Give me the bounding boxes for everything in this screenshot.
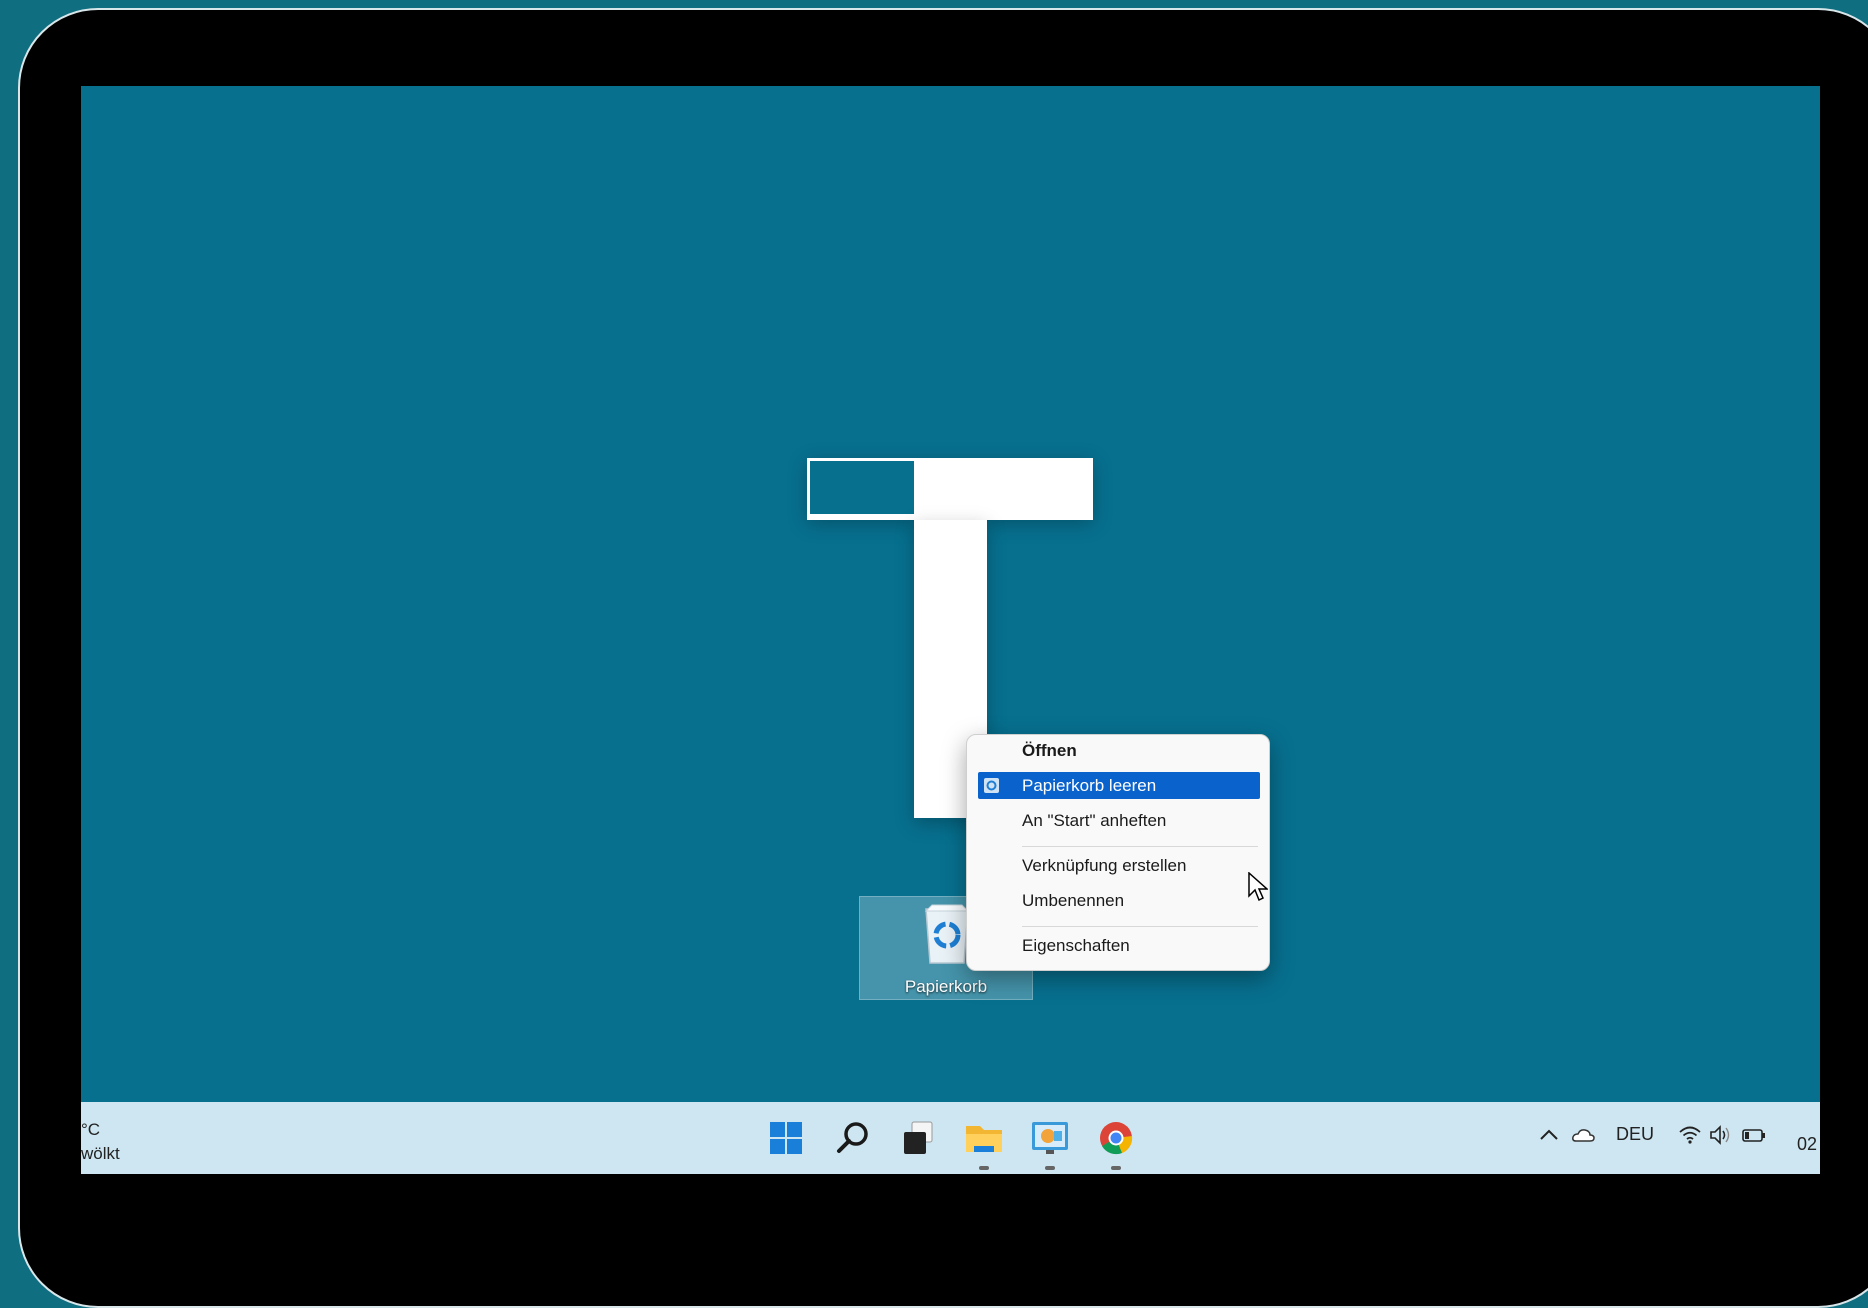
context-menu: Öffnen Papierkorb leeren An "Start" anhe… bbox=[966, 734, 1270, 971]
language-indicator[interactable]: DEU bbox=[1616, 1124, 1654, 1145]
recycle-bin-small-icon bbox=[984, 778, 999, 793]
weather-condition: wölkt bbox=[81, 1144, 120, 1163]
menu-item-label: Verknüpfung erstellen bbox=[1022, 856, 1187, 875]
running-indicator bbox=[1045, 1166, 1055, 1170]
menu-separator bbox=[1022, 926, 1258, 927]
start-button[interactable] bbox=[762, 1114, 810, 1162]
menu-item-open[interactable]: Öffnen bbox=[978, 737, 1260, 764]
file-explorer-icon bbox=[966, 1126, 1002, 1152]
weather-widget[interactable]: °C wölkt bbox=[81, 1118, 120, 1166]
menu-item-label: Papierkorb leeren bbox=[1022, 776, 1157, 795]
file-explorer-button[interactable] bbox=[960, 1114, 1008, 1170]
wallpaper-shape-cut bbox=[810, 461, 914, 514]
menu-item-label: Eigenschaften bbox=[1022, 936, 1130, 955]
clock[interactable]: 02 bbox=[1797, 1134, 1817, 1155]
mouse-cursor-icon bbox=[1248, 872, 1268, 902]
speaker-icon[interactable] bbox=[1707, 1122, 1733, 1148]
chrome-icon bbox=[1100, 1122, 1133, 1155]
menu-item-pin-to-start[interactable]: An "Start" anheften bbox=[978, 807, 1260, 834]
weather-temperature: °C bbox=[81, 1120, 101, 1139]
onedrive-cloud-icon[interactable] bbox=[1570, 1122, 1596, 1148]
menu-item-properties[interactable]: Eigenschaften bbox=[978, 932, 1260, 959]
menu-item-rename[interactable]: Umbenennen bbox=[978, 887, 1260, 914]
menu-item-label: An "Start" anheften bbox=[1022, 811, 1167, 830]
menu-item-label: Umbenennen bbox=[1022, 891, 1125, 910]
menu-item-label: Öffnen bbox=[1022, 741, 1077, 760]
chevron-up-icon[interactable] bbox=[1536, 1122, 1562, 1148]
search-icon bbox=[837, 1122, 868, 1153]
search-button[interactable] bbox=[828, 1114, 876, 1162]
presentation-app-icon bbox=[1032, 1122, 1068, 1154]
menu-item-create-shortcut[interactable]: Verknüpfung erstellen bbox=[978, 852, 1260, 879]
wifi-icon[interactable] bbox=[1677, 1122, 1703, 1148]
menu-item-empty-recycle-bin[interactable]: Papierkorb leeren bbox=[978, 772, 1260, 799]
battery-icon[interactable] bbox=[1741, 1122, 1767, 1148]
task-view-icon bbox=[904, 1121, 933, 1154]
menu-separator bbox=[1022, 846, 1258, 847]
recycle-bin-label: Papierkorb bbox=[904, 977, 988, 996]
taskbar: °C wölkt DEU 02 bbox=[81, 1102, 1820, 1174]
presentation-app-button[interactable] bbox=[1026, 1114, 1074, 1170]
desktop[interactable]: Papierkorb Öffnen Papierkorb leeren An "… bbox=[81, 86, 1820, 1174]
running-indicator bbox=[1111, 1166, 1121, 1170]
task-view-button[interactable] bbox=[894, 1114, 942, 1162]
running-indicator bbox=[979, 1166, 989, 1170]
chrome-button[interactable] bbox=[1092, 1114, 1140, 1170]
start-icon bbox=[770, 1122, 802, 1154]
